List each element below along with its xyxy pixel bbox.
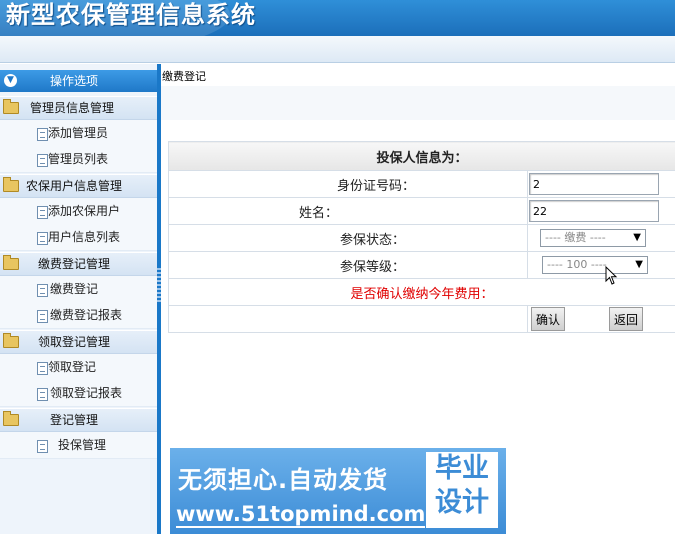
document-icon xyxy=(37,232,48,245)
sidebar-group-label: 管理员信息管理 xyxy=(30,101,115,115)
folder-icon xyxy=(3,99,19,114)
name-input[interactable] xyxy=(529,200,659,222)
form-button-cell: 确认 返回 xyxy=(526,305,675,333)
sidebar-item-label: 领取登记报表 xyxy=(50,386,123,400)
sidebar-group-label: 登记管理 xyxy=(50,413,99,427)
banner-stamp: 毕业设计 xyxy=(426,452,498,528)
confirm-button[interactable]: 确认 xyxy=(531,307,566,331)
document-icon xyxy=(37,284,48,297)
form-value-cell xyxy=(526,197,675,225)
mouse-cursor-icon xyxy=(605,266,618,285)
banner-slogan: 无须担心.自动发货 xyxy=(178,466,389,494)
document-icon xyxy=(37,388,48,401)
form-label-cell: 姓名： xyxy=(168,197,528,225)
banner-url: www.51topmind.com xyxy=(176,502,426,528)
sidebar-group-payment[interactable]: 缴费登记管理 xyxy=(0,252,157,276)
document-icon xyxy=(37,206,48,219)
sidebar-item-label: 添加农保用户 xyxy=(48,204,121,218)
form-value-cell: ---- 100 ---- ▼ xyxy=(526,251,675,279)
app-title: 新型农保管理信息系统 xyxy=(6,1,256,29)
sidebar-item-payment-register[interactable]: 缴费登记 xyxy=(0,276,157,303)
sidebar-item-label: 用户信息列表 xyxy=(48,230,121,244)
form-label-cell: 身份证号码： xyxy=(168,170,528,198)
sidebar: ▼ 操作选项 管理员信息管理 添加管理员 管理员列表 农保用户信息管理 添加农保… xyxy=(0,64,157,534)
sidebar-item-claim-report[interactable]: 领取登记报表 xyxy=(0,380,157,407)
level-select[interactable]: ---- 100 ---- ▼ xyxy=(542,256,648,274)
status-select-value: ---- 缴费 ---- xyxy=(545,231,606,244)
folder-icon xyxy=(3,177,19,192)
payment-form-table: 投保人信息为： 身份证号码： 姓名： 参保状态： ---- 缴费 ---- ▼ … xyxy=(167,141,675,333)
sidebar-item-payment-report[interactable]: 缴费登记报表 xyxy=(0,302,157,329)
sidebar-item-label: 投保管理 xyxy=(58,438,107,452)
form-label-cell: 参保状态： xyxy=(168,224,528,252)
form-heading: 投保人信息为： xyxy=(167,141,675,171)
level-label: 参保等级： xyxy=(340,259,406,275)
sidebar-group-label: 农保用户信息管理 xyxy=(26,179,123,193)
id-number-input[interactable] xyxy=(529,173,659,195)
status-select[interactable]: ---- 缴费 ---- ▼ xyxy=(540,229,646,247)
sidebar-item-label: 缴费登记报表 xyxy=(50,308,123,322)
sidebar-group-user[interactable]: 农保用户信息管理 xyxy=(0,174,157,198)
confirm-payment-text: 是否确认缴纳今年费用： xyxy=(167,278,675,306)
sidebar-group-registration[interactable]: 登记管理 xyxy=(0,408,157,432)
sidebar-item-admin-list[interactable]: 管理员列表 xyxy=(0,146,157,173)
sidebar-item-claim-register[interactable]: 领取登记 xyxy=(0,354,157,381)
folder-icon xyxy=(3,255,19,270)
sidebar-item-label: 缴费登记 xyxy=(50,282,99,296)
sidebar-item-user-list[interactable]: 用户信息列表 xyxy=(0,224,157,251)
form-value-cell: ---- 缴费 ---- ▼ xyxy=(526,224,675,252)
sidebar-item-add-user[interactable]: 添加农保用户 xyxy=(0,198,157,225)
app-header: 新型农保管理信息系统 xyxy=(0,0,675,50)
form-value-cell xyxy=(526,170,675,198)
dropdown-arrow-icon[interactable]: ▼ xyxy=(635,257,643,273)
sidebar-group-label: 领取登记管理 xyxy=(38,335,111,349)
header-subbar xyxy=(0,36,675,63)
document-icon xyxy=(37,128,48,141)
form-empty-cell xyxy=(168,305,528,333)
id-label: 身份证号码： xyxy=(337,178,416,194)
folder-icon xyxy=(3,411,19,426)
document-icon xyxy=(37,310,48,323)
sidebar-header[interactable]: ▼ 操作选项 xyxy=(0,70,157,92)
sidebar-item-add-admin[interactable]: 添加管理员 xyxy=(0,120,157,147)
sidebar-item-insurance[interactable]: 投保管理 xyxy=(0,432,157,459)
status-label: 参保状态： xyxy=(340,232,406,248)
watermark-banner: 无须担心.自动发货 www.51topmind.com 毕业设计 xyxy=(170,448,506,534)
sidebar-header-label: 操作选项 xyxy=(50,74,99,88)
collapse-circle-icon[interactable]: ▼ xyxy=(4,74,17,87)
level-select-value: ---- 100 ---- xyxy=(547,258,607,271)
back-button[interactable]: 返回 xyxy=(609,307,644,331)
sidebar-group-claim[interactable]: 领取登记管理 xyxy=(0,330,157,354)
document-icon xyxy=(37,440,48,453)
sidebar-item-label: 添加管理员 xyxy=(48,126,109,140)
breadcrumb: 缴费登记 xyxy=(161,68,675,86)
sidebar-group-admin[interactable]: 管理员信息管理 xyxy=(0,96,157,120)
form-label-cell: 参保等级： xyxy=(168,251,528,279)
document-icon xyxy=(37,154,48,167)
sidebar-item-label: 领取登记 xyxy=(48,360,97,374)
dropdown-arrow-icon[interactable]: ▼ xyxy=(633,230,641,246)
sidebar-group-label: 缴费登记管理 xyxy=(38,257,111,271)
content-toolbar-strip xyxy=(161,86,675,120)
sidebar-item-label: 管理员列表 xyxy=(48,152,109,166)
folder-icon xyxy=(3,333,19,348)
document-icon xyxy=(37,362,48,375)
name-label: 姓名： xyxy=(299,205,339,221)
